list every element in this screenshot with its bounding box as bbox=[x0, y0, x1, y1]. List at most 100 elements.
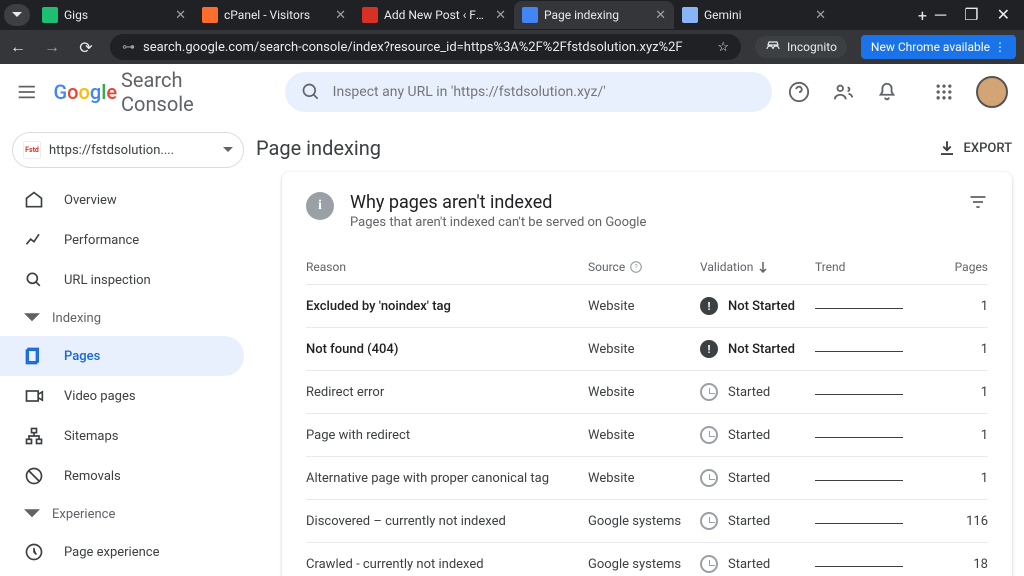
cell-source: Website bbox=[588, 299, 700, 314]
sidebar: Fstd https://fstdsolution.... Overview Pe… bbox=[0, 120, 256, 576]
cell-pages: 1 bbox=[933, 342, 988, 357]
browser-tab[interactable]: Gemini ✕ bbox=[674, 1, 834, 29]
nav-item-video-pages[interactable]: Video pages bbox=[0, 376, 244, 416]
table-row[interactable]: Redirect error Website Started 1 bbox=[306, 370, 988, 413]
nav-item-url-inspection[interactable]: URL inspection bbox=[0, 260, 244, 300]
info-icon: i bbox=[306, 192, 334, 220]
table-row[interactable]: Alternative page with proper canonical t… bbox=[306, 456, 988, 499]
search-input[interactable] bbox=[333, 84, 756, 100]
new-tab-button[interactable]: + bbox=[910, 6, 935, 25]
address-bar[interactable]: ⊶ search.google.com/search-console/index… bbox=[110, 34, 741, 60]
col-source[interactable]: Source? bbox=[588, 260, 700, 274]
tab-close-icon[interactable]: ✕ bbox=[815, 8, 826, 23]
browser-toolbar: ← → ⟳ ⊶ search.google.com/search-console… bbox=[0, 30, 1024, 64]
tab-close-icon[interactable]: ✕ bbox=[175, 8, 186, 23]
cell-reason: Page with redirect bbox=[306, 428, 588, 443]
table-row[interactable]: Not found (404) Website !Not Started 1 bbox=[306, 327, 988, 370]
reload-button[interactable]: ⟳ bbox=[76, 38, 96, 57]
cell-reason: Alternative page with proper canonical t… bbox=[306, 471, 588, 486]
cell-pages: 116 bbox=[933, 514, 988, 529]
nav-icon bbox=[24, 230, 44, 250]
bell-icon[interactable] bbox=[876, 81, 898, 103]
cell-trend bbox=[815, 480, 903, 481]
nav-item-page-experience[interactable]: Page experience bbox=[0, 532, 244, 572]
table-row[interactable]: Page with redirect Website Started 1 bbox=[306, 413, 988, 456]
tab-title: Gemini bbox=[704, 8, 809, 22]
nav-item-overview[interactable]: Overview bbox=[0, 180, 244, 220]
property-selector[interactable]: Fstd https://fstdsolution.... bbox=[12, 132, 244, 168]
col-trend[interactable]: Trend bbox=[815, 260, 903, 274]
tab-dropdown[interactable] bbox=[4, 4, 30, 26]
nav-item-performance[interactable]: Performance bbox=[0, 220, 244, 260]
filter-icon[interactable] bbox=[968, 192, 988, 212]
nav-icon bbox=[24, 542, 44, 562]
col-reason[interactable]: Reason bbox=[306, 260, 588, 274]
clock-icon bbox=[700, 512, 718, 530]
cell-reason: Excluded by 'noindex' tag bbox=[306, 299, 588, 314]
forward-button[interactable]: → bbox=[42, 37, 62, 57]
incognito-icon bbox=[765, 41, 781, 53]
col-pages[interactable]: Pages bbox=[903, 260, 988, 274]
svg-text:?: ? bbox=[635, 263, 639, 271]
chevron-down-icon bbox=[24, 506, 40, 522]
cell-validation: Started bbox=[700, 383, 815, 401]
cell-pages: 1 bbox=[933, 299, 988, 314]
nav-label: Performance bbox=[64, 233, 139, 248]
table-row[interactable]: Discovered – currently not indexed Googl… bbox=[306, 499, 988, 542]
window-minimize[interactable]: ─ bbox=[935, 5, 946, 25]
help-icon[interactable] bbox=[788, 81, 810, 103]
cell-source: Website bbox=[588, 385, 700, 400]
window-maximize[interactable]: ❐ bbox=[964, 5, 978, 25]
users-icon[interactable] bbox=[832, 81, 854, 103]
browser-tab[interactable]: Gigs✕ bbox=[34, 1, 194, 29]
tab-close-icon[interactable]: ✕ bbox=[655, 8, 666, 23]
product-logo[interactable]: Google Search Console bbox=[54, 68, 239, 116]
nav-label: URL inspection bbox=[64, 273, 151, 288]
apps-icon[interactable] bbox=[934, 82, 954, 102]
browser-tab-strip: Gigs✕cPanel - Visitors✕Add New Post ‹ Fs… bbox=[0, 0, 1024, 30]
avatar[interactable] bbox=[976, 76, 1008, 108]
property-favicon: Fstd bbox=[23, 141, 41, 159]
cell-reason: Not found (404) bbox=[306, 342, 588, 357]
browser-tab[interactable]: cPanel - Visitors✕ bbox=[194, 1, 354, 29]
nav-item-removals[interactable]: Removals bbox=[0, 456, 244, 496]
table-row[interactable]: Excluded by 'noindex' tag Website !Not S… bbox=[306, 284, 988, 327]
hamburger-icon[interactable] bbox=[16, 80, 38, 104]
tab-favicon bbox=[362, 7, 378, 23]
browser-tab[interactable]: Page indexing✕ bbox=[514, 1, 674, 29]
incognito-badge[interactable]: Incognito bbox=[755, 36, 847, 58]
cell-validation: !Not Started bbox=[700, 297, 815, 315]
site-info-icon[interactable]: ⊶ bbox=[122, 40, 135, 55]
nav-item-pages[interactable]: Pages bbox=[0, 336, 244, 376]
tab-favicon bbox=[202, 7, 218, 23]
export-button[interactable]: EXPORT bbox=[938, 139, 1012, 157]
cell-validation: Started bbox=[700, 555, 815, 573]
tab-close-icon[interactable]: ✕ bbox=[495, 8, 506, 23]
cell-trend bbox=[815, 437, 903, 438]
nav-item-sitemaps[interactable]: Sitemaps bbox=[0, 416, 244, 456]
nav-label: Page experience bbox=[64, 545, 160, 560]
nav-icon bbox=[24, 190, 44, 210]
cell-trend bbox=[815, 523, 903, 524]
nav-item-core-web-vitals[interactable]: Core web vitals bbox=[0, 572, 244, 576]
cell-trend bbox=[815, 308, 903, 309]
url-inspect-search[interactable] bbox=[285, 72, 772, 112]
chrome-update-button[interactable]: New Chrome available ⋮ bbox=[861, 35, 1016, 59]
browser-tab[interactable]: Add New Post ‹ Fstd Solutio✕ bbox=[354, 1, 514, 29]
table-row[interactable]: Crawled - currently not indexed Google s… bbox=[306, 542, 988, 576]
chevron-down-icon bbox=[24, 310, 40, 326]
table-header: Reason Source? Validation Trend Pages bbox=[306, 250, 988, 284]
tab-close-icon[interactable]: ✕ bbox=[335, 8, 346, 23]
product-name: Search Console bbox=[121, 68, 239, 116]
nav-section-experience[interactable]: Experience bbox=[0, 496, 256, 532]
back-button[interactable]: ← bbox=[8, 37, 28, 57]
bookmark-icon[interactable]: ☆ bbox=[717, 40, 729, 55]
cell-source: Website bbox=[588, 471, 700, 486]
nav-label: Sitemaps bbox=[64, 429, 119, 444]
window-close[interactable]: ✕ bbox=[997, 5, 1010, 25]
cell-pages: 1 bbox=[933, 428, 988, 443]
col-validation[interactable]: Validation bbox=[700, 260, 815, 274]
search-icon bbox=[301, 82, 321, 102]
page-title: Page indexing bbox=[256, 136, 381, 160]
nav-section-indexing[interactable]: Indexing bbox=[0, 300, 256, 336]
